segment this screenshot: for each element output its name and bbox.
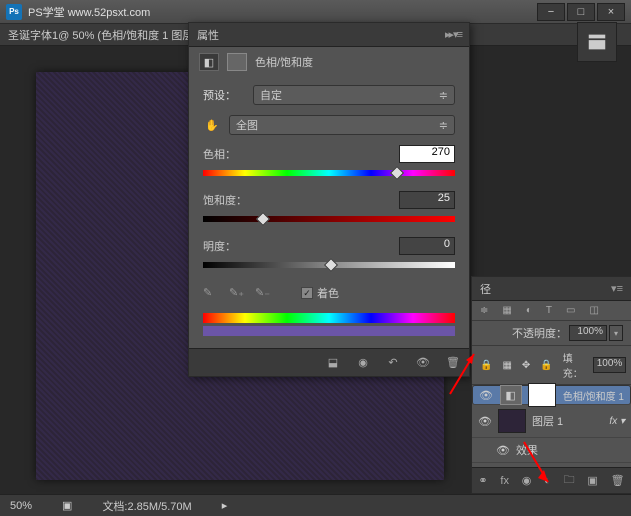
saturation-slider[interactable] bbox=[203, 213, 455, 227]
slider-thumb[interactable] bbox=[324, 258, 338, 272]
checkbox-checked-icon: ✓ bbox=[301, 287, 313, 299]
lock-pos-icon[interactable]: ✥ bbox=[522, 360, 530, 371]
eyedropper-plus-icon[interactable]: ✎₊ bbox=[229, 286, 243, 300]
adjustment-layer-icon: ◧ bbox=[500, 385, 522, 405]
lock-all-icon[interactable]: 🔒 bbox=[540, 360, 552, 371]
fill-label: 填充： bbox=[563, 350, 583, 380]
link-icon[interactable]: ⚭ bbox=[478, 474, 487, 487]
panel-menu-icon[interactable]: ▸▸ ▾≡ bbox=[445, 28, 461, 41]
lock-pixel-icon[interactable]: ▦ bbox=[502, 360, 511, 371]
effects-row[interactable]: 👁 效果 bbox=[472, 438, 631, 463]
colorize-checkbox[interactable]: ✓ 着色 bbox=[301, 285, 339, 301]
layers-tab[interactable]: 径▾≡ bbox=[472, 277, 631, 301]
hue-label: 色相： bbox=[203, 146, 236, 162]
layer-name[interactable]: 色相/饱和度 1 bbox=[563, 388, 624, 403]
layer-row[interactable]: 👁 图层 1 fx ▾ bbox=[472, 405, 631, 438]
view-previous-icon[interactable]: ◉ bbox=[355, 356, 371, 369]
fx-badge[interactable]: fx ▾ bbox=[609, 416, 625, 427]
adjustment-icon[interactable]: ◐ bbox=[544, 475, 551, 487]
hue-slider[interactable] bbox=[203, 167, 455, 181]
status-chevron-icon[interactable]: ▸ bbox=[222, 499, 228, 512]
edit-value: 全图 bbox=[236, 117, 258, 133]
clip-icon[interactable]: ⬓ bbox=[325, 356, 341, 369]
colorize-label: 着色 bbox=[317, 285, 339, 301]
adjustment-icon: ◧ bbox=[199, 53, 219, 71]
reset-icon[interactable]: ↶ bbox=[385, 356, 401, 369]
mask-icon bbox=[227, 53, 247, 71]
lightness-slider[interactable] bbox=[203, 259, 455, 273]
eyedropper-minus-icon[interactable]: ✎₋ bbox=[255, 286, 269, 300]
layers-panel: 径▾≡ ≑ ▦ ◐ T ▭ ◫ 不透明度： 100% ▾ 🔒 ▦ ✥ 🔒 填充：… bbox=[471, 276, 631, 494]
preset-value: 自定 bbox=[260, 87, 282, 103]
layer-mask-thumb[interactable] bbox=[528, 383, 556, 407]
new-layer-icon[interactable]: ▣ bbox=[587, 474, 597, 487]
filter-select[interactable]: ≑ bbox=[480, 305, 488, 316]
lock-icon[interactable]: 🔒 bbox=[480, 360, 492, 371]
layer-row[interactable]: 👁 ◧ 色相/饱和度 1 bbox=[472, 385, 631, 405]
photoshop-icon: Ps bbox=[6, 4, 22, 20]
close-button[interactable]: × bbox=[597, 3, 625, 21]
panel-footer: ⬓ ◉ ↶ 👁 🗑 bbox=[189, 348, 469, 376]
filter-smart-icon[interactable]: ◫ bbox=[589, 305, 598, 316]
lightness-input[interactable]: 0 bbox=[399, 237, 455, 255]
visibility-icon[interactable]: 👁 bbox=[478, 415, 492, 428]
status-bar: 50% ▣ 文档:2.85M/5.70M ▸ bbox=[0, 494, 631, 516]
visibility-icon[interactable]: 👁 bbox=[496, 444, 510, 457]
effects-label: 效果 bbox=[516, 442, 538, 458]
color-range-strip bbox=[203, 313, 455, 336]
chevron-down-icon: ≑ bbox=[439, 119, 448, 132]
panel-menu-icon[interactable]: ▾≡ bbox=[611, 282, 623, 295]
filter-text-icon[interactable]: T bbox=[546, 305, 552, 316]
opacity-stepper[interactable]: ▾ bbox=[609, 325, 623, 341]
saturation-label: 饱和度： bbox=[203, 192, 247, 208]
slider-thumb[interactable] bbox=[256, 212, 270, 226]
layers-footer: ⚭ fx ◉ ◐ 🗀 ▣ 🗑 bbox=[472, 467, 631, 493]
minimize-button[interactable]: − bbox=[537, 3, 565, 21]
maximize-button[interactable]: □ bbox=[567, 3, 595, 21]
titlebar: Ps PS学堂 www.52psxt.com − □ × bbox=[0, 0, 631, 24]
trash-icon[interactable]: 🗑 bbox=[445, 356, 461, 369]
opacity-input[interactable]: 100% bbox=[569, 325, 607, 341]
dock-icon[interactable] bbox=[577, 22, 617, 62]
layer-name[interactable]: 图层 1 bbox=[532, 413, 563, 429]
panel-tab-label: 属性 bbox=[197, 27, 219, 43]
panel-tab[interactable]: 属性 ▸▸ ▾≡ bbox=[189, 23, 469, 47]
status-icon[interactable]: ▣ bbox=[62, 499, 72, 512]
adjustment-title: 色相/饱和度 bbox=[255, 54, 313, 70]
fx-icon[interactable]: fx bbox=[500, 475, 509, 487]
mask-icon[interactable]: ◉ bbox=[522, 474, 532, 487]
hand-icon[interactable]: ✋ bbox=[203, 119, 221, 132]
eyedropper-icon[interactable]: ✎ bbox=[203, 286, 217, 300]
group-icon[interactable]: 🗀 bbox=[564, 471, 575, 490]
preset-select[interactable]: 自定 ≑ bbox=[253, 85, 455, 105]
visibility-icon[interactable]: 👁 bbox=[415, 356, 431, 369]
chevron-down-icon: ≑ bbox=[439, 89, 448, 102]
layer-filter-row: ≑ ▦ ◐ T ▭ ◫ bbox=[472, 301, 631, 321]
fill-input[interactable]: 100% bbox=[593, 357, 627, 373]
app-title: PS学堂 www.52psxt.com bbox=[28, 4, 537, 20]
hue-input[interactable]: 270 bbox=[399, 145, 455, 163]
saturation-input[interactable]: 25 bbox=[399, 191, 455, 209]
preset-label: 预设： bbox=[203, 87, 253, 103]
zoom-level[interactable]: 50% bbox=[10, 500, 32, 512]
filter-adjust-icon[interactable]: ◐ bbox=[526, 305, 532, 316]
filter-image-icon[interactable]: ▦ bbox=[502, 305, 511, 316]
slider-thumb[interactable] bbox=[390, 166, 404, 180]
lightness-label: 明度： bbox=[203, 238, 236, 254]
properties-panel: 属性 ▸▸ ▾≡ ◧ 色相/饱和度 预设： 自定 ≑ ✋ 全图 ≑ 色相： 27… bbox=[188, 22, 470, 377]
trash-icon[interactable]: 🗑 bbox=[611, 474, 625, 487]
filter-shape-icon[interactable]: ▭ bbox=[566, 305, 575, 316]
layer-thumb[interactable] bbox=[498, 409, 526, 433]
edit-select[interactable]: 全图 ≑ bbox=[229, 115, 455, 135]
doc-size: 文档:2.85M/5.70M bbox=[102, 498, 191, 514]
visibility-icon[interactable]: 👁 bbox=[479, 389, 493, 402]
opacity-label: 不透明度： bbox=[512, 325, 567, 341]
